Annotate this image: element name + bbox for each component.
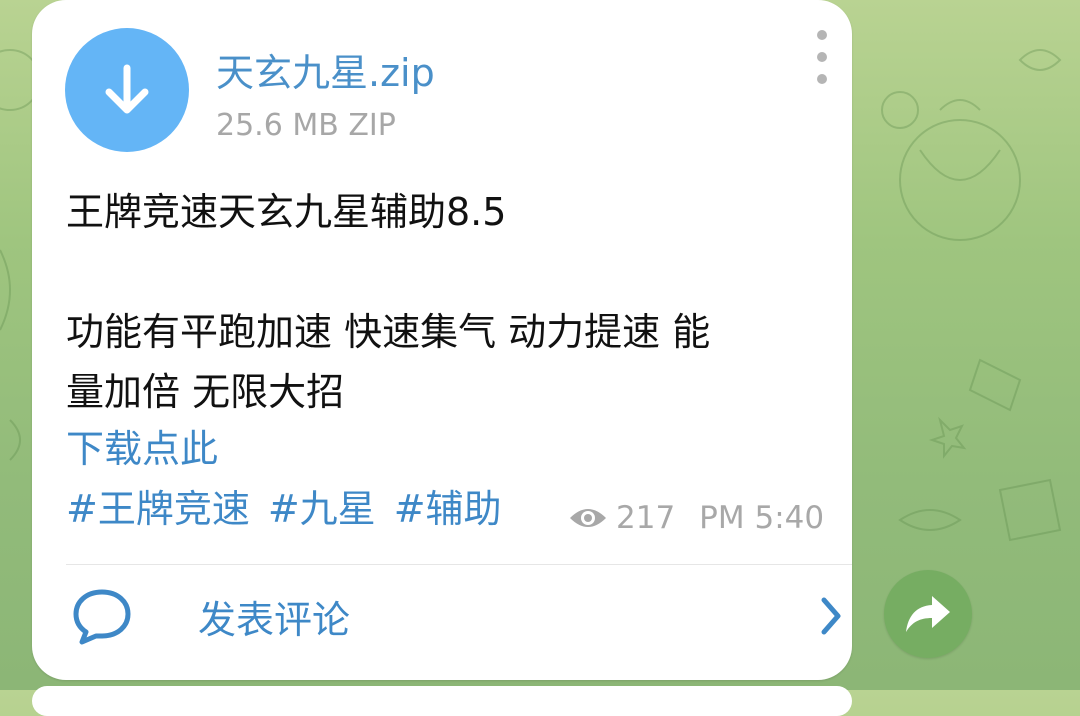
more-dot [817, 52, 827, 62]
eye-icon [570, 509, 606, 527]
chevron-right-icon [821, 597, 841, 635]
comment-label: 发表评论 [198, 597, 351, 642]
file-size: 25.6 MB ZIP [216, 108, 396, 143]
next-message-card [32, 686, 852, 716]
hashtag[interactable]: #九星 [268, 487, 376, 531]
share-button[interactable] [884, 570, 972, 658]
more-vertical-icon [817, 30, 827, 40]
comment-button[interactable]: 发表评论 [66, 578, 852, 654]
message-body: 王牌竞速天玄九星辅助8.5 功能有平跑加速 快速集气 动力提速 能 量加倍 无限… [66, 182, 846, 422]
download-icon [105, 64, 149, 114]
view-count: 217 [616, 500, 676, 536]
file-name[interactable]: 天玄九星.zip [216, 42, 435, 97]
divider [66, 564, 852, 565]
message-line: 功能有平跑加速 快速集气 动力提速 能 [66, 310, 711, 354]
timestamp: PM 5:40 [699, 500, 825, 536]
share-forward-icon [906, 596, 950, 632]
message-line: 王牌竞速天玄九星辅助8.5 [66, 190, 507, 234]
message-card: 天玄九星.zip 25.6 MB ZIP 王牌竞速天玄九星辅助8.5 功能有平跑… [32, 0, 852, 680]
hashtag[interactable]: #辅助 [394, 487, 502, 531]
comment-bubble-icon [73, 589, 131, 645]
message-line: 量加倍 无限大招 [66, 370, 345, 414]
hashtag[interactable]: #王牌竞速 [66, 487, 250, 531]
download-link[interactable]: 下载点此 [66, 418, 218, 473]
message-stats: 217 PM 5:40 [568, 500, 824, 536]
more-dot [817, 74, 827, 84]
download-button[interactable] [65, 28, 189, 152]
more-options-button[interactable] [812, 30, 832, 84]
hashtag-list: #王牌竞速 #九星 #辅助 [66, 478, 520, 533]
